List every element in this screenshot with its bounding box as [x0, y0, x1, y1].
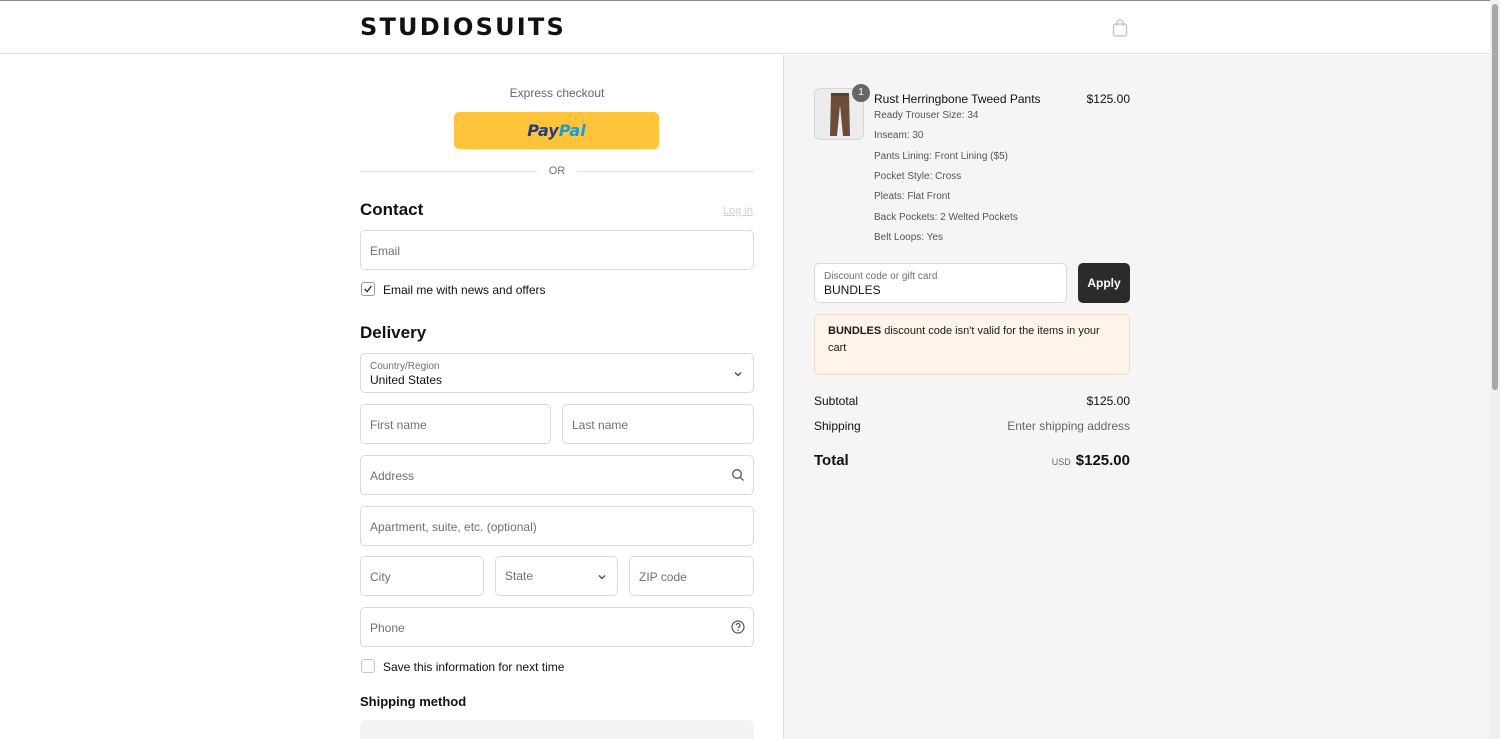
- delivery-heading: Delivery: [360, 323, 427, 342]
- state-placeholder: State: [505, 569, 534, 583]
- product-option: Inseam: 30: [874, 130, 924, 141]
- checkmark-icon: [364, 285, 372, 293]
- product-option: Pleats: Flat Front: [874, 191, 951, 202]
- product-option: Pants Lining: Front Lining ($5): [874, 151, 1008, 162]
- paypal-button[interactable]: PayPal: [454, 112, 659, 149]
- search-icon: [732, 469, 744, 481]
- city-placeholder: City: [370, 570, 391, 584]
- total-value: USD $125.00: [980, 452, 1130, 469]
- product-option: Pocket Style: Cross: [874, 171, 962, 182]
- email-field[interactable]: Email: [360, 230, 754, 270]
- chevron-down-icon: [734, 372, 742, 377]
- discount-label: Discount code or gift card: [824, 271, 938, 282]
- shipping-label: Shipping: [814, 419, 861, 433]
- state-select[interactable]: State: [495, 556, 618, 596]
- country-label: Country/Region: [370, 361, 440, 372]
- last-name-placeholder: Last name: [572, 418, 629, 432]
- product-option: Back Pockets: 2 Welted Pockets: [874, 212, 1018, 223]
- email-placeholder: Email: [370, 244, 401, 258]
- discount-code-field[interactable]: Discount code or gift card BUNDLES: [814, 263, 1067, 303]
- error-code: BUNDLES: [828, 325, 882, 337]
- paypal-logo: PayPal: [527, 121, 586, 140]
- first-name-field[interactable]: First name: [360, 404, 551, 444]
- shipping-value: Enter shipping address: [1007, 419, 1130, 433]
- login-link[interactable]: Log in: [723, 205, 753, 217]
- discount-error-notice: BUNDLES discount code isn't valid for th…: [814, 314, 1130, 375]
- zip-placeholder: ZIP code: [639, 570, 687, 584]
- apply-discount-button[interactable]: Apply: [1078, 263, 1130, 303]
- save-info-checkbox[interactable]: [361, 659, 375, 673]
- total-label: Total: [814, 452, 849, 469]
- apartment-field[interactable]: Apartment, suite, etc. (optional): [360, 506, 754, 546]
- or-divider: OR: [360, 164, 754, 178]
- discount-value: BUNDLES: [824, 283, 881, 297]
- store-logo[interactable]: STUDIOSUITS: [360, 13, 566, 41]
- express-checkout-label: Express checkout: [509, 86, 605, 100]
- help-icon[interactable]: [731, 620, 745, 634]
- country-select[interactable]: Country/Region United States: [360, 353, 754, 393]
- total-amount: $125.00: [1075, 452, 1130, 469]
- currency-code: USD: [1051, 457, 1071, 467]
- last-name-field[interactable]: Last name: [562, 404, 754, 444]
- subtotal-value: $125.00: [1086, 394, 1130, 408]
- news-checkbox-label: Email me with news and offers: [383, 283, 546, 297]
- country-value: United States: [370, 373, 443, 387]
- zip-field[interactable]: ZIP code: [629, 556, 754, 596]
- phone-placeholder: Phone: [370, 621, 405, 635]
- address-placeholder: Address: [370, 469, 415, 483]
- or-text: OR: [548, 165, 566, 177]
- quantity-badge: 1: [852, 84, 870, 102]
- site-header: STUDIOSUITS: [0, 1, 1490, 54]
- save-info-label: Save this information for next time: [383, 660, 565, 674]
- subtotal-label: Subtotal: [814, 394, 859, 408]
- news-checkbox[interactable]: [361, 282, 375, 296]
- product-option: Belt Loops: Yes: [874, 232, 943, 243]
- scrollbar-thumb[interactable]: [1492, 4, 1498, 390]
- apartment-placeholder: Apartment, suite, etc. (optional): [370, 520, 537, 534]
- chevron-down-icon: [598, 575, 606, 580]
- shipping-method-heading: Shipping method: [360, 694, 467, 709]
- phone-field[interactable]: Phone: [360, 607, 754, 647]
- contact-heading: Contact: [360, 200, 424, 219]
- product-price: $125.00: [1086, 92, 1130, 106]
- shipping-method-notice: [360, 720, 754, 739]
- first-name-placeholder: First name: [370, 418, 427, 432]
- address-field[interactable]: Address: [360, 455, 754, 495]
- product-name: Rust Herringbone Tweed Pants: [874, 92, 1041, 106]
- city-field[interactable]: City: [360, 556, 484, 596]
- page-scrollbar[interactable]: [1490, 0, 1500, 739]
- product-option: Ready Trouser Size: 34: [874, 110, 979, 121]
- shopping-bag-icon[interactable]: [1112, 19, 1128, 37]
